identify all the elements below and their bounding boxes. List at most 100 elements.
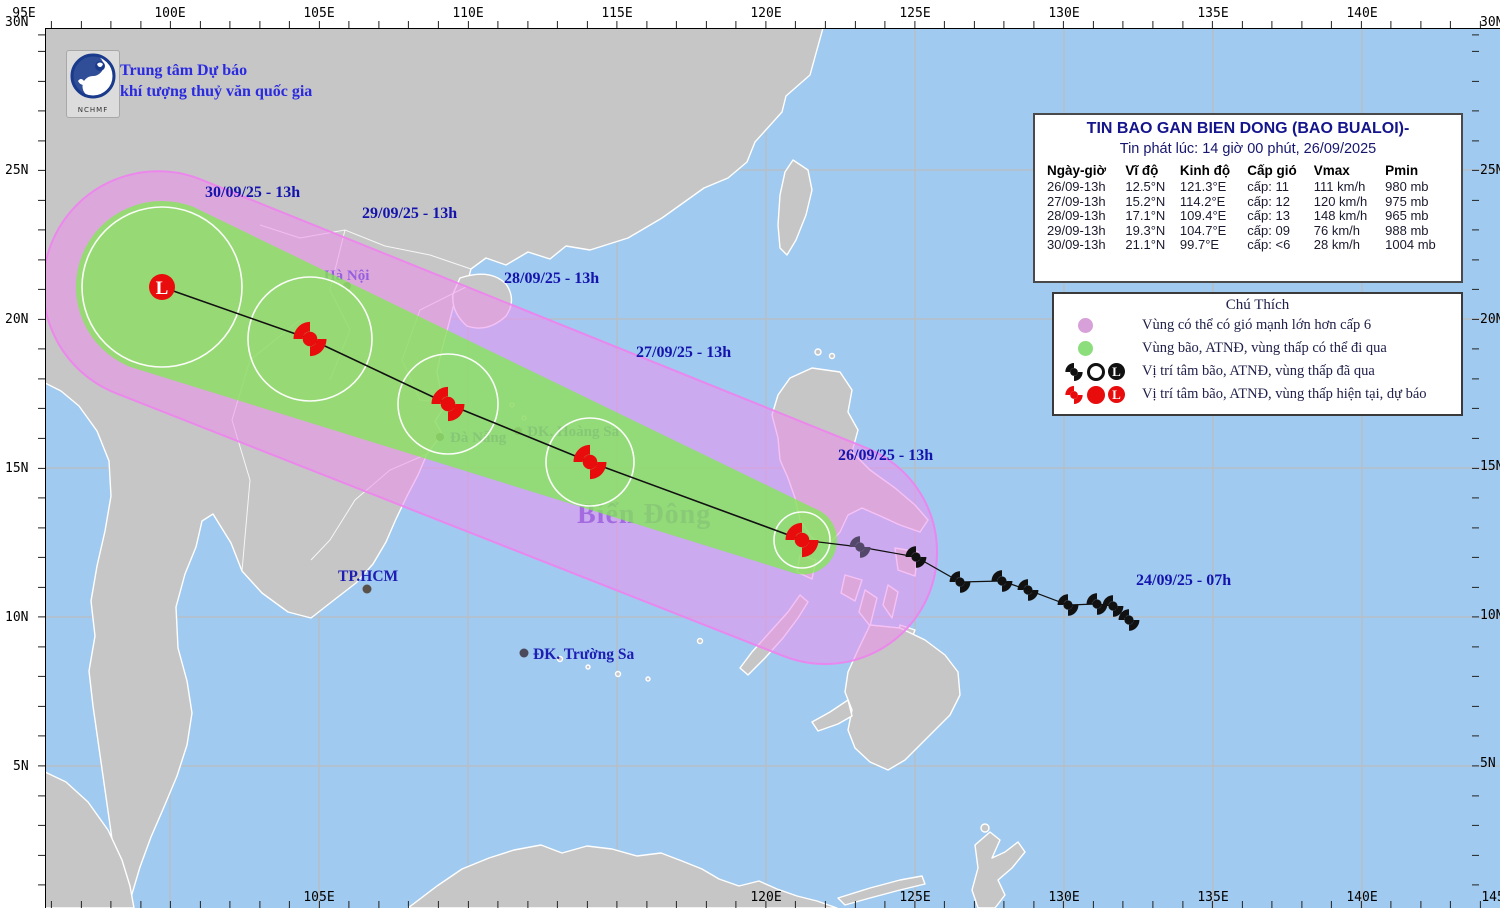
axis-left-10n: 10N	[5, 610, 29, 625]
axis-bottom-120e: 120E	[750, 890, 782, 905]
cell: 15.2°N	[1125, 193, 1166, 209]
axis-bottom-125e: 125E	[899, 890, 931, 905]
axis-bottom-105e: 105E	[303, 890, 335, 905]
forecast-table-header: Ngày-giờ Vĩ độ Kinh độ Cấp gió Vmax Pmin	[1045, 163, 1451, 180]
col-pmin: Pmin	[1385, 163, 1419, 178]
cell: 17.1°N	[1125, 208, 1166, 223]
cell: 988 mb	[1385, 222, 1429, 238]
axis-bottom-145e: 145E	[1481, 890, 1500, 905]
agency-line2: khí tượng thuỷ văn quốc gia	[120, 83, 313, 100]
purple-zone-swatch	[1078, 318, 1093, 333]
axis-left-30n: 30N	[5, 15, 29, 30]
axis-left-25n: 25N	[5, 163, 29, 178]
cell: 26/09-13h	[1047, 179, 1106, 194]
axis-right-10n: 10N	[1480, 608, 1500, 623]
axis-left-20n: 20N	[5, 312, 29, 327]
cell: 104.7°E	[1179, 222, 1227, 238]
legend-item-wind-zone: Vùng có thể có gió mạnh lớn hơn cấp 6	[1054, 314, 1461, 337]
bulletin-title: TIN BAO GAN BIEN DONG (BAO BUALOI)-	[1086, 120, 1410, 137]
cell: 21.1°N	[1125, 237, 1166, 252]
axis-right-30n: 30N	[1480, 15, 1500, 30]
agency-line1: Trung tâm Dự báo	[120, 62, 248, 79]
axis-right-15n: 15N	[1480, 459, 1500, 474]
axis-top-105e: 105E	[303, 6, 335, 21]
col-wind-level: Cấp gió	[1247, 163, 1297, 178]
table-row: 30/09-13h 21.1°N 99.7°E cấp: <6 28 km/h 1004 …	[1045, 237, 1451, 253]
table-row: 26/09-13h 12.5°N 121.3°E cấp: 11 111 km/h 980…	[1045, 179, 1451, 195]
cell: 965 mb	[1385, 208, 1429, 223]
track-date-2709: 27/09/25 - 13h	[636, 344, 732, 361]
axis-right-20n: 20N	[1480, 312, 1500, 327]
cell: 29/09-13h	[1047, 222, 1106, 238]
islet	[614, 670, 622, 678]
axis-top-125e: 125E	[899, 6, 931, 21]
legend-title: Chú Thích	[1225, 297, 1290, 313]
axis-top-115e: 115E	[601, 6, 633, 21]
cell: 975 mb	[1385, 193, 1429, 209]
track-date-2809: 28/09/25 - 13h	[504, 270, 600, 287]
track-date-2609: 26/09/25 - 13h	[838, 447, 934, 464]
axis-bottom-140e: 140E	[1346, 890, 1378, 905]
axis-left-5n: 5N	[13, 759, 29, 774]
cell: 27/09-13h	[1047, 193, 1106, 209]
cell: 28 km/h	[1313, 237, 1360, 252]
axis-bottom-130e: 130E	[1048, 890, 1080, 905]
islet	[828, 352, 836, 360]
right-ticks	[1472, 28, 1479, 908]
forecast-table: Ngày-giờ Vĩ độ Kinh độ Cấp gió Vmax Pmin…	[1045, 163, 1451, 253]
axis-top-140e: 140E	[1346, 6, 1378, 21]
table-row: 29/09-13h 19.3°N 104.7°E cấp: 09 76 km/h 988 …	[1045, 222, 1451, 239]
map-frame-left	[45, 28, 46, 908]
forecast-low-icon: L	[1108, 386, 1125, 403]
table-row: 27/09-13h 15.2°N 114.2°E cấp: 12 120 km/h 975…	[1045, 193, 1451, 210]
axis-top-120e: 120E	[750, 6, 782, 21]
legend-item-track-zone: Vùng bão, ATNĐ, vùng thấp có thể đi qua	[1054, 337, 1461, 360]
track-date-2409: 24/09/25 - 07h	[1136, 572, 1232, 589]
typhoon-forecast-map: { "agency": { "line1": "Trung tâm Dự báo…	[0, 0, 1500, 908]
label-truongsa: ĐK. Trường Sa	[533, 646, 635, 663]
legend-label: Vị trí tâm bão, ATNĐ, vùng thấp hiện tại…	[1142, 386, 1427, 402]
cell: 99.7°E	[1179, 237, 1220, 252]
past-cyclone-icon	[1064, 362, 1084, 382]
cell: 28/09-13h	[1047, 208, 1106, 223]
legend-label: Vùng bão, ATNĐ, vùng thấp có thể đi qua	[1142, 340, 1387, 356]
nchmf-logo-icon	[70, 53, 116, 99]
islet	[585, 664, 591, 670]
cell: 30/09-13h	[1047, 237, 1106, 252]
islet	[814, 348, 822, 356]
tphcm-dot	[362, 584, 372, 594]
top-ticks	[45, 21, 1500, 28]
cell: 12.5°N	[1125, 179, 1166, 194]
cell: cấp: 09	[1247, 222, 1290, 238]
nchmf-logo: NCHMF	[66, 50, 120, 118]
past-low-icon: L	[1108, 363, 1125, 380]
islet	[980, 823, 990, 833]
green-zone-swatch	[1078, 341, 1093, 356]
axis-top-135e: 135E	[1197, 6, 1229, 21]
cell: cấp: 11	[1247, 179, 1289, 194]
legend-label: Vùng có thể có gió mạnh lớn hơn cấp 6	[1142, 317, 1372, 333]
axis-bottom-135e: 135E	[1197, 890, 1229, 905]
legend-label: Vị trí tâm bão, ATNĐ, vùng thấp đã qua	[1142, 363, 1375, 379]
col-latitude: Vĩ độ	[1125, 163, 1159, 178]
cell: cấp: 13	[1247, 208, 1290, 223]
legend-box: Chú Thích Vùng có thể có gió mạnh lớn hơ…	[1052, 292, 1463, 416]
axis-left-15n: 15N	[5, 461, 29, 476]
cell: 120 km/h	[1313, 193, 1368, 209]
legend-item-current-position: L Vị trí tâm bão, ATNĐ, vùng thấp hiện t…	[1054, 383, 1461, 406]
left-ticks	[38, 28, 45, 908]
cell: 76 km/h	[1313, 222, 1360, 238]
forecast-cyclone-icon	[1064, 385, 1084, 405]
storm-bulletin-box: TIN BAO GAN BIEN DONG (BAO BUALOI)- Tin …	[1033, 113, 1463, 283]
table-row: 28/09-13h 17.1°N 109.4°E cấp: 13 148 km/h 965…	[1045, 208, 1451, 224]
cell: 121.3°E	[1179, 179, 1227, 194]
axis-right-25n: 25N	[1480, 163, 1500, 178]
cell: cấp: <6	[1247, 237, 1291, 252]
track-date-2909: 29/09/25 - 13h	[362, 205, 458, 222]
col-datetime: Ngày-giờ	[1047, 163, 1107, 178]
cell: 148 km/h	[1313, 208, 1368, 223]
forecast-circle-icon	[1087, 385, 1105, 404]
map-frame-top	[45, 28, 1500, 29]
agency-name: Trung tâm Dự báo khí tượng thuỷ văn quốc…	[120, 60, 312, 102]
low-pressure-label: L	[156, 278, 169, 299]
